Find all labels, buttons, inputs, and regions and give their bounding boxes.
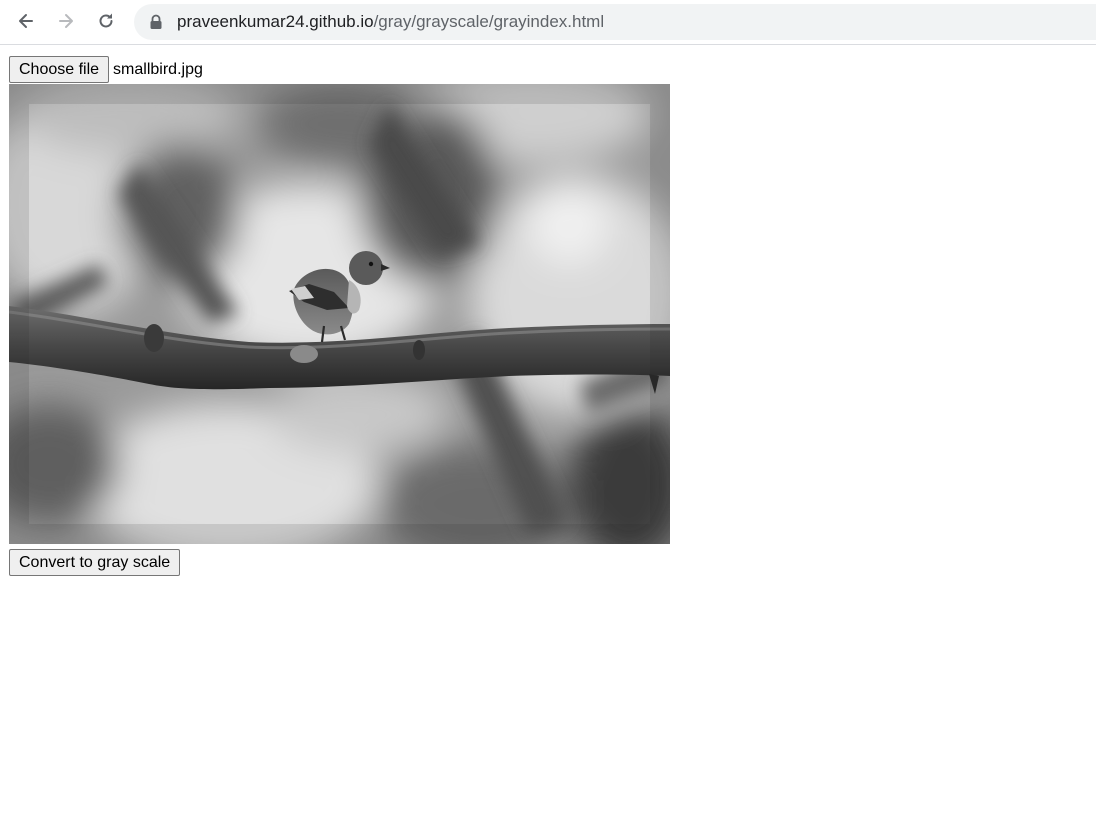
address-bar[interactable]: praveenkumar24.github.io/gray/grayscale/… bbox=[134, 4, 1096, 40]
bird-photo bbox=[9, 84, 670, 544]
bird-image bbox=[9, 84, 670, 544]
arrow-left-icon bbox=[19, 14, 33, 28]
lock-icon bbox=[150, 14, 162, 29]
file-input-row: Choose file smallbird.jpg bbox=[9, 56, 203, 83]
url-domain: praveenkumar24.github.io bbox=[177, 12, 374, 31]
choose-file-button[interactable]: Choose file bbox=[9, 56, 110, 83]
selected-file-name: smallbird.jpg bbox=[113, 60, 203, 78]
forward-button[interactable] bbox=[51, 6, 81, 36]
back-button[interactable] bbox=[11, 6, 41, 36]
url-text: praveenkumar24.github.io/gray/grayscale/… bbox=[177, 12, 604, 32]
reload-icon bbox=[99, 13, 113, 28]
url-path: /gray/grayscale/grayindex.html bbox=[373, 12, 605, 31]
arrow-right-icon bbox=[59, 14, 73, 28]
reload-button[interactable] bbox=[91, 6, 121, 36]
browser-toolbar: praveenkumar24.github.io/gray/grayscale/… bbox=[0, 0, 1096, 45]
convert-grayscale-button[interactable]: Convert to gray scale bbox=[9, 549, 181, 576]
